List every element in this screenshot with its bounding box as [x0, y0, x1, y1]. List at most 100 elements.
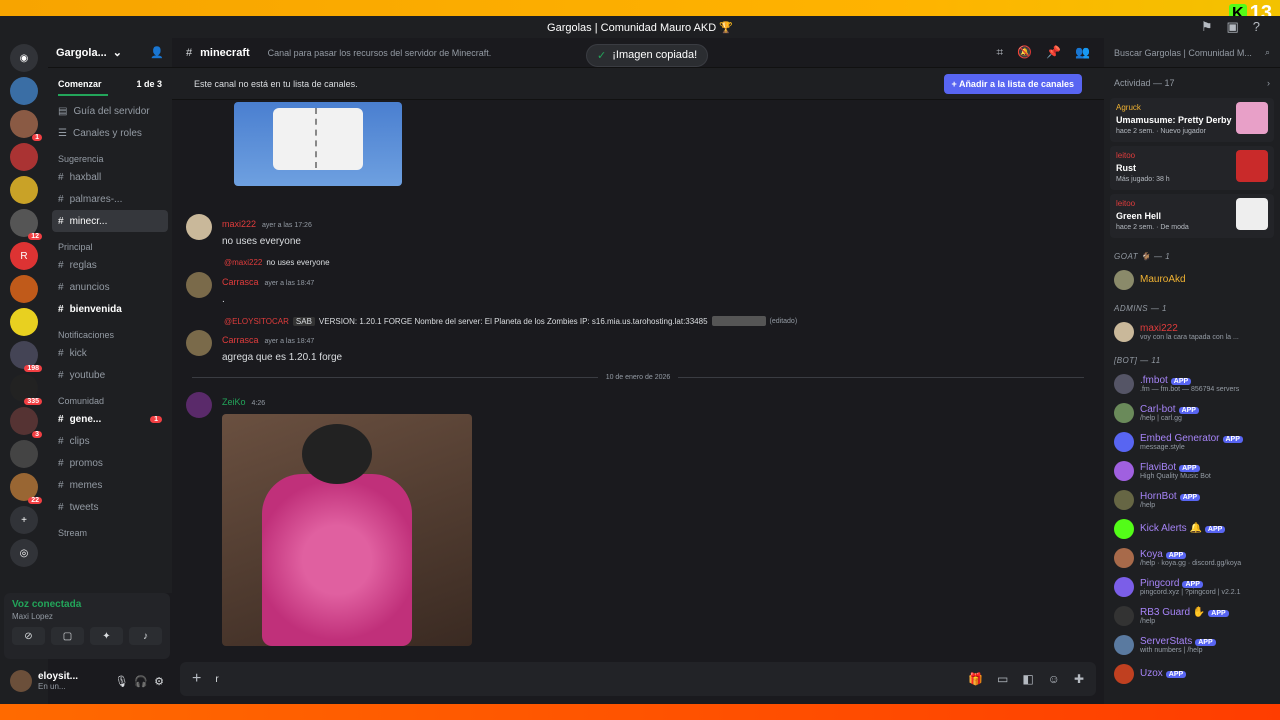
- category-sugerencia[interactable]: Sugerencia: [48, 144, 172, 166]
- game-thumbnail: [1236, 102, 1268, 134]
- channel-reglas[interactable]: # reglas: [52, 254, 168, 276]
- server-icon[interactable]: [10, 176, 38, 204]
- avatar[interactable]: [186, 214, 212, 240]
- server-icon[interactable]: [10, 143, 38, 171]
- avatar[interactable]: [186, 330, 212, 356]
- activity-card[interactable]: leitoo Rust Más jugado: 38 h: [1110, 146, 1274, 190]
- channel-memes[interactable]: # memes: [52, 474, 168, 496]
- member-item[interactable]: FlaviBot APP High Quality Music Bot: [1104, 456, 1280, 485]
- channel-promos[interactable]: # promos: [52, 452, 168, 474]
- role-group-header: ADMINS — 1: [1114, 304, 1168, 313]
- member-item[interactable]: .fmbot APP .fm — fm.bot — 856794 servers: [1104, 369, 1280, 398]
- reply-preview[interactable]: @ELOYSITOCAR SAB VERSION: 1.20.1 FORGE Nom…: [224, 316, 797, 326]
- discover-icon[interactable]: ◎: [10, 539, 38, 567]
- zip-attachment-image[interactable]: [234, 102, 402, 186]
- add-attachment-icon[interactable]: +: [192, 670, 201, 688]
- channel-minecraft[interactable]: # minecr...: [52, 210, 168, 232]
- invite-icon[interactable]: 👤: [150, 46, 164, 59]
- member-item[interactable]: Pingcord APP pingcord.xyz | ?pingcord | v2…: [1104, 572, 1280, 601]
- sticker-icon[interactable]: ◧: [1022, 672, 1033, 686]
- member-item[interactable]: HornBot APP/help: [1104, 485, 1280, 514]
- message: ZeiKo 4:26: [186, 392, 472, 646]
- server-header[interactable]: Gargola... ⌄ 👤: [48, 38, 172, 68]
- message-input[interactable]: r: [215, 674, 218, 685]
- server-icon[interactable]: 12: [10, 209, 42, 240]
- member-item[interactable]: Uzox APP: [1104, 659, 1280, 688]
- activity-card[interactable]: leitoo Green Hell hace 2 sem. · De moda: [1110, 194, 1274, 238]
- category-stream[interactable]: Stream: [48, 518, 172, 540]
- channel-bienvenida[interactable]: # bienvenida: [52, 298, 168, 320]
- pin-icon[interactable]: 📌: [1046, 45, 1061, 60]
- member-item[interactable]: Embed Generator APP message.style: [1104, 427, 1280, 456]
- server-icon[interactable]: R: [10, 242, 38, 270]
- headphones-icon[interactable]: 🎧: [134, 675, 148, 688]
- screen-icon[interactable]: ▣: [1226, 19, 1238, 35]
- hash-icon: #: [58, 413, 64, 425]
- game-thumbnail: [1236, 198, 1268, 230]
- member-item[interactable]: maxi222 voy con la cara tapada con la ...: [1104, 317, 1280, 346]
- channel-kick[interactable]: # kick: [52, 342, 168, 364]
- camera-off-icon[interactable]: ⊘: [12, 627, 45, 645]
- mute-icon[interactable]: 🔕: [1017, 45, 1032, 60]
- gift-icon[interactable]: 🎁: [968, 672, 983, 686]
- settings-icon[interactable]: ⚙: [154, 675, 164, 688]
- screen-share-icon[interactable]: ▢: [51, 627, 84, 645]
- server-icon[interactable]: 22: [10, 473, 42, 504]
- gif-icon[interactable]: ▭: [997, 672, 1008, 686]
- channel-general[interactable]: # gene... 1: [52, 408, 168, 430]
- apps-icon[interactable]: ✚: [1074, 672, 1084, 686]
- avatar[interactable]: [186, 392, 212, 418]
- mic-icon[interactable]: 🎙: [114, 675, 128, 688]
- channel-youtube[interactable]: # youtube: [52, 364, 168, 386]
- category-notificaciones[interactable]: Notificaciones: [48, 320, 172, 342]
- inbox-icon[interactable]: ⚑: [1201, 19, 1213, 35]
- member-item[interactable]: Carl-bot APP/help | carl.gg: [1104, 398, 1280, 427]
- reply-preview[interactable]: @maxi222 no uses everyone: [224, 258, 330, 267]
- category-comunidad[interactable]: Comunidad: [48, 386, 172, 408]
- server-guide[interactable]: ▤ Guía del servidor: [52, 100, 168, 122]
- help-icon[interactable]: ?: [1253, 19, 1260, 35]
- server-icon[interactable]: [10, 440, 38, 468]
- channel-name: minecraft: [200, 46, 250, 59]
- onboarding-progress[interactable]: Comenzar 1 de 3: [48, 68, 172, 100]
- channel-haxball[interactable]: # haxball: [52, 166, 168, 188]
- activity-header[interactable]: Actividad — 17 ›: [1104, 68, 1280, 94]
- search-input[interactable]: Buscar Gargolas | Comunidad M... ⌕: [1104, 38, 1280, 68]
- server-icon[interactable]: 1: [10, 110, 42, 141]
- members-icon[interactable]: 👥: [1075, 45, 1090, 60]
- hash-icon: #: [58, 369, 64, 381]
- avatar[interactable]: [186, 272, 212, 298]
- channel-anuncios[interactable]: # anuncios: [52, 276, 168, 298]
- threads-icon[interactable]: ⌗: [996, 45, 1003, 60]
- channel-tweets[interactable]: # tweets: [52, 496, 168, 518]
- add-channel-button[interactable]: + Añadir a la lista de canales: [943, 73, 1082, 94]
- channel-clips[interactable]: # clips: [52, 430, 168, 452]
- server-icon[interactable]: [10, 308, 38, 336]
- channel-topic[interactable]: Canal para pasar los recursos del servid…: [268, 48, 492, 58]
- soundboard-icon[interactable]: ♪: [129, 627, 162, 645]
- server-icon[interactable]: 3: [10, 407, 42, 438]
- avatar[interactable]: [10, 670, 32, 692]
- member-item[interactable]: Kick Alerts 🔔 APP: [1104, 514, 1280, 543]
- member-item[interactable]: Koya APP/help · koya.gg · discord.gg/koya: [1104, 543, 1280, 572]
- image-attachment[interactable]: [222, 414, 472, 646]
- emoji-icon[interactable]: ☺: [1048, 672, 1060, 686]
- category-principal[interactable]: Principal: [48, 232, 172, 254]
- server-icon[interactable]: 198: [10, 341, 42, 372]
- channel-palmares[interactable]: # palmares-...: [52, 188, 168, 210]
- activities-icon[interactable]: ✦: [90, 627, 123, 645]
- message: Carrasca ayer a las 18:47.: [186, 272, 314, 305]
- channels-roles[interactable]: ☰ Canales y roles: [52, 122, 168, 144]
- discord-home-icon[interactable]: ◉: [10, 44, 38, 72]
- activity-card[interactable]: Agruck Umamusume: Pretty Derby hace 2 sem.…: [1110, 98, 1274, 142]
- member-item[interactable]: RB3 Guard ✋ APP/help: [1104, 601, 1280, 630]
- message-composer: + r 🎁 ▭ ◧ ☺ ✚: [180, 662, 1096, 696]
- member-item[interactable]: ServerStats APP with numbers | /help: [1104, 630, 1280, 659]
- server-icon[interactable]: 335: [10, 374, 42, 405]
- server-icon[interactable]: [10, 77, 38, 105]
- member-item[interactable]: MauroAkd: [1104, 265, 1280, 294]
- add-server-icon[interactable]: +: [10, 506, 38, 534]
- game-thumbnail: [1236, 150, 1268, 182]
- server-icon[interactable]: [10, 275, 38, 303]
- chevron-right-icon: ›: [1267, 78, 1270, 88]
